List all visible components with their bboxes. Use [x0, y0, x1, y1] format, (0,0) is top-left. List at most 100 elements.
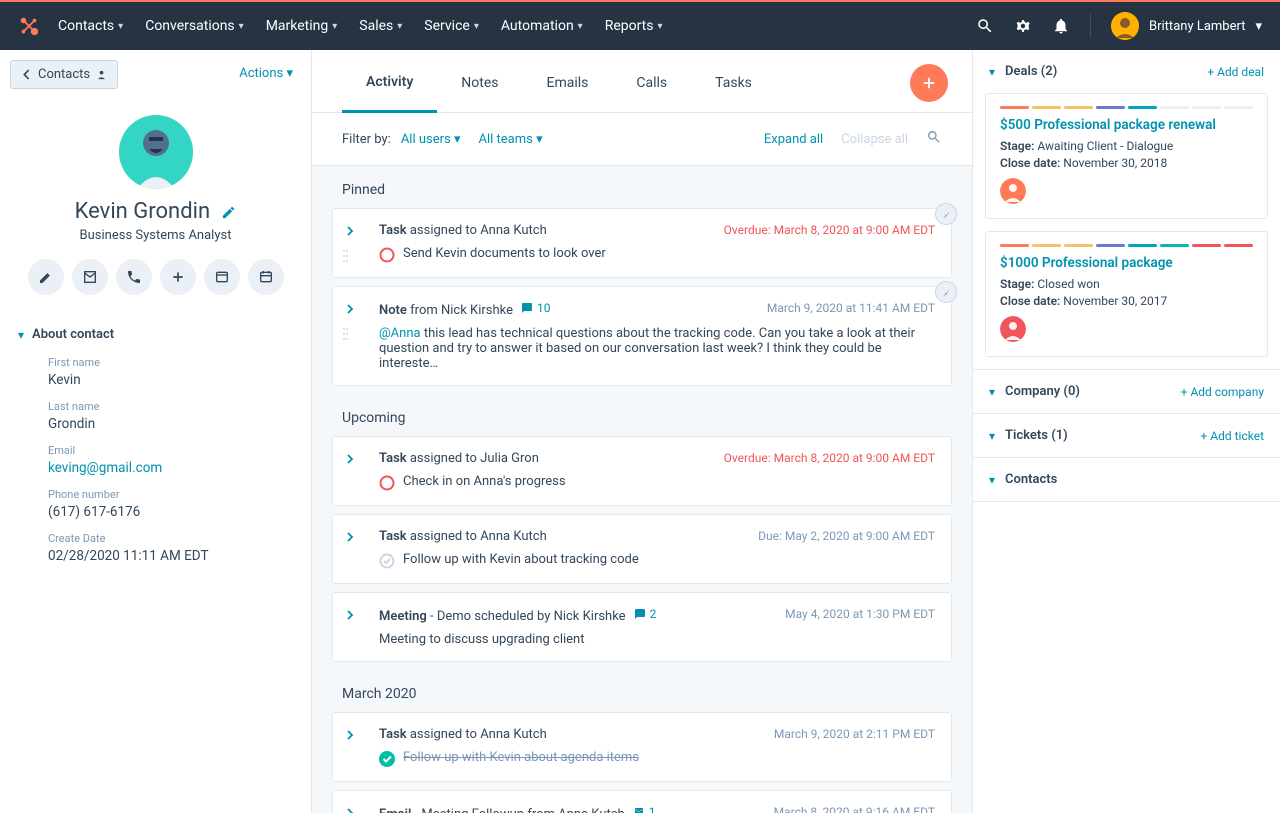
right-panel: ▾ Deals (2) + Add deal $500 Professional…: [972, 50, 1280, 813]
nav-automation[interactable]: Automation▾: [501, 18, 583, 34]
tabs: ActivityNotesEmailsCallsTasks: [312, 50, 972, 113]
tab-emails[interactable]: Emails: [523, 51, 613, 111]
deal-stage: Stage: Closed won: [1000, 277, 1253, 291]
add-deal[interactable]: + Add deal: [1207, 65, 1264, 79]
chevron-right-icon[interactable]: [345, 531, 355, 546]
note-button[interactable]: [28, 259, 64, 295]
card-meta: May 4, 2020 at 1:30 PM EDT: [785, 607, 935, 621]
deal-close: Close date: November 30, 2018: [1000, 156, 1253, 170]
timeline-card[interactable]: Meeting - Demo scheduled by Nick Kirshke…: [332, 592, 952, 662]
filter-users[interactable]: All users ▾: [401, 132, 461, 147]
tab-tasks[interactable]: Tasks: [691, 51, 776, 111]
card-body: Send Kevin documents to look over: [379, 246, 935, 263]
drag-handle-icon[interactable]: [342, 249, 349, 267]
chevron-right-icon[interactable]: [345, 609, 355, 624]
section-header[interactable]: ▾Company (0)+ Add company: [973, 370, 1280, 413]
section-heading: Company (0): [1005, 384, 1080, 399]
timeline-card[interactable]: Note from Nick Kirshke10March 9, 2020 at…: [332, 286, 952, 386]
chevron-down-icon: ▾: [578, 21, 583, 32]
about-contact-header[interactable]: ▾ About contact: [0, 313, 311, 352]
section-header[interactable]: ▾Tickets (1)+ Add ticket: [973, 414, 1280, 457]
deals-header[interactable]: ▾ Deals (2) + Add deal: [973, 50, 1280, 93]
timeline-card[interactable]: Task assigned to Julia GronOverdue: Marc…: [332, 436, 952, 506]
chevron-right-icon[interactable]: [345, 225, 355, 240]
logo[interactable]: [18, 15, 40, 37]
pin-icon[interactable]: [935, 203, 957, 225]
field-value: Kevin: [48, 372, 293, 388]
search-icon[interactable]: [976, 17, 994, 35]
timeline-card[interactable]: Task assigned to Anna KutchOverdue: Marc…: [332, 208, 952, 278]
left-panel: Contacts Actions ▾ Kevin Grondin Busines…: [0, 50, 312, 813]
pin-icon[interactable]: [935, 281, 957, 303]
field-email: Emailkeving@gmail.com: [0, 440, 311, 484]
call-button[interactable]: [116, 259, 152, 295]
field-label: Last name: [48, 400, 293, 413]
timeline-search-icon[interactable]: [926, 129, 942, 149]
deal-close: Close date: November 30, 2017: [1000, 294, 1253, 308]
chevron-down-icon: ▾: [989, 473, 995, 487]
deal-title[interactable]: $500 Professional package renewal: [1000, 117, 1253, 133]
card-body: Follow up with Kevin about agenda items: [379, 750, 935, 767]
create-fab[interactable]: [910, 64, 948, 102]
chevron-right-icon[interactable]: [345, 303, 355, 318]
deal-card[interactable]: $500 Professional package renewal Stage:…: [985, 93, 1268, 219]
card-title: Task assigned to Anna Kutch: [379, 727, 547, 742]
chevron-down-icon: ▾: [474, 21, 479, 32]
right-section: ▾ Contacts: [973, 458, 1280, 502]
deal-card[interactable]: $1000 Professional package Stage: Closed…: [985, 231, 1268, 357]
section-add[interactable]: + Add company: [1181, 385, 1264, 399]
card-meta: Overdue: March 8, 2020 at 9:00 AM EDT: [724, 451, 935, 465]
card-body: Check in on Anna's progress: [379, 474, 935, 491]
gear-icon[interactable]: [1014, 17, 1032, 35]
nav-service[interactable]: Service▾: [424, 18, 479, 34]
email-button[interactable]: [72, 259, 108, 295]
filter-teams[interactable]: All teams ▾: [479, 132, 543, 147]
edit-icon[interactable]: [221, 205, 236, 224]
timeline-card[interactable]: Email - Meeting Followup from Anna Kutch…: [332, 790, 952, 813]
back-label: Contacts: [38, 67, 90, 82]
deal-owner-avatar: [1000, 178, 1026, 204]
card-meta: Overdue: March 8, 2020 at 9:00 AM EDT: [724, 223, 935, 237]
card-title: Email - Meeting Followup from Anna Kutch…: [379, 805, 655, 813]
chevron-right-icon[interactable]: [345, 807, 355, 813]
group-header: Upcoming: [312, 394, 972, 436]
add-button[interactable]: [160, 259, 196, 295]
section-heading: Contacts: [1005, 472, 1057, 487]
quick-actions: [0, 259, 311, 295]
nav-marketing[interactable]: Marketing▾: [266, 18, 338, 34]
chevron-right-icon[interactable]: [345, 453, 355, 468]
tab-calls[interactable]: Calls: [612, 51, 691, 111]
field-value[interactable]: keving@gmail.com: [48, 460, 293, 476]
nav-conversations[interactable]: Conversations▾: [145, 18, 244, 34]
person-icon: [96, 69, 107, 80]
chevron-down-icon: ▾: [397, 21, 402, 32]
timeline-card[interactable]: Task assigned to Anna KutchDue: May 2, 2…: [332, 514, 952, 584]
timeline-card[interactable]: Task assigned to Anna Kutch March 9, 2020…: [332, 712, 952, 782]
bell-icon[interactable]: [1052, 17, 1070, 35]
card-meta: March 9, 2020 at 11:41 AM EDT: [767, 301, 935, 315]
user-menu[interactable]: Brittany Lambert ▾: [1111, 12, 1262, 40]
nav-contacts[interactable]: Contacts▾: [58, 18, 123, 34]
meeting-button[interactable]: [248, 259, 284, 295]
drag-handle-icon[interactable]: [342, 327, 349, 345]
card-meta: Due: May 2, 2020 at 9:00 AM EDT: [758, 529, 935, 543]
deal-title[interactable]: $1000 Professional package: [1000, 255, 1253, 271]
tab-activity[interactable]: Activity: [342, 50, 437, 113]
chevron-down-icon: ▾: [989, 65, 995, 79]
chevron-right-icon[interactable]: [345, 729, 355, 744]
back-to-contacts[interactable]: Contacts: [10, 60, 118, 89]
section-add[interactable]: + Add ticket: [1200, 429, 1264, 443]
section-header[interactable]: ▾ Contacts: [973, 458, 1280, 501]
nav-separator: [1090, 14, 1091, 38]
deal-stage: Stage: Awaiting Client - Dialogue: [1000, 139, 1253, 153]
nav-reports[interactable]: Reports▾: [605, 18, 663, 34]
field-phone-number: Phone number(617) 617-6176: [0, 484, 311, 528]
card-meta: March 9, 2020 at 2:11 PM EDT: [774, 727, 935, 741]
expand-all[interactable]: Expand all: [764, 132, 823, 147]
deal-progress: [1000, 106, 1253, 109]
actions-menu[interactable]: Actions ▾: [239, 66, 293, 81]
log-button[interactable]: [204, 259, 240, 295]
chevron-down-icon: ▾: [989, 429, 995, 443]
nav-sales[interactable]: Sales▾: [359, 18, 402, 34]
tab-notes[interactable]: Notes: [437, 51, 522, 111]
